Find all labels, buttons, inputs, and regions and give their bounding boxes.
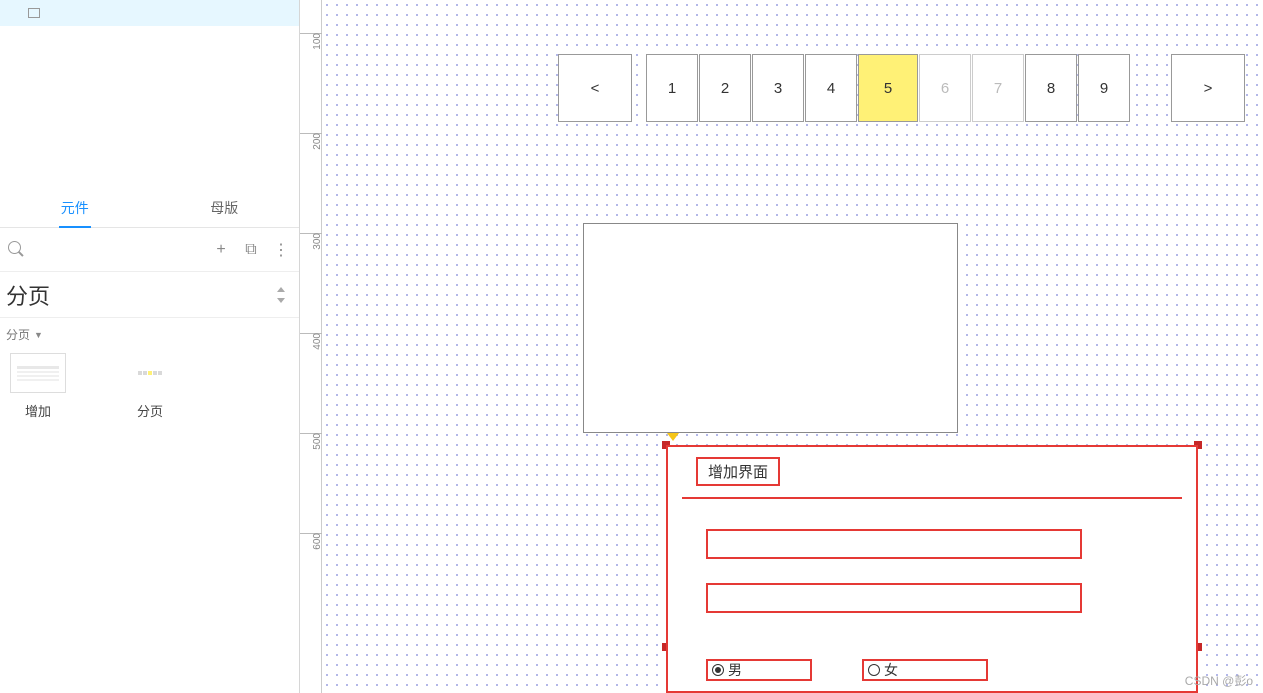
sort-icon[interactable] — [275, 286, 287, 304]
watermark: CSDN @彭o — [1185, 672, 1253, 689]
library-subcategory-label: 分页 — [6, 326, 30, 343]
left-panel: Widget 2 元件 母版 + ⧉ ⋮ 分页 分页 ▼ 增加 分页 — [0, 0, 300, 693]
chevron-down-icon: ▼ — [34, 330, 43, 340]
radio-male[interactable]: 男 — [706, 659, 812, 681]
input-2[interactable] — [706, 583, 1082, 613]
radio-female-label: 女 — [884, 660, 898, 680]
search-icon[interactable] — [8, 241, 26, 259]
widget-pagination-label: 分页 — [137, 401, 163, 420]
ruler-tick-400: 400 — [313, 333, 324, 350]
page-3[interactable]: 3 — [752, 54, 804, 122]
library-widgets: 增加 分页 — [0, 351, 299, 422]
selection-group[interactable]: 增加界面 男 女 — [666, 445, 1198, 693]
content-box[interactable] — [583, 223, 958, 433]
page-9[interactable]: 9 — [1078, 54, 1130, 122]
radio-female[interactable]: 女 — [862, 659, 988, 681]
page-8[interactable]: 8 — [1025, 54, 1077, 122]
radio-male-label: 男 — [728, 660, 742, 680]
canvas[interactable]: 100 200 300 400 500 600 < 1 2 3 4 5 6 7 … — [300, 0, 1263, 693]
page-prev[interactable]: < — [558, 54, 632, 122]
ruler-tick-600: 600 — [313, 533, 324, 550]
add-library-icon[interactable]: + — [211, 241, 231, 259]
ruler-tick-100: 100 — [313, 33, 324, 50]
input-1[interactable] — [706, 529, 1082, 559]
widget-add[interactable]: 增加 — [10, 353, 66, 420]
widget-add-thumb — [10, 353, 66, 393]
tab-components[interactable]: 元件 — [0, 190, 150, 227]
widget-pagination-thumb — [122, 353, 178, 393]
more-icon[interactable]: ⋮ — [271, 240, 291, 260]
library-title: 分页 — [6, 279, 275, 311]
library-subcategory[interactable]: 分页 ▼ — [0, 318, 299, 351]
form-title[interactable]: 增加界面 — [696, 457, 780, 486]
ruler-tick-500: 500 — [313, 433, 324, 450]
radio-female-dot — [868, 664, 880, 676]
library-title-row: 分页 — [0, 272, 299, 318]
form-divider — [682, 497, 1182, 499]
drag-marker-icon — [667, 433, 679, 441]
ruler-vertical: 100 200 300 400 500 600 — [300, 0, 322, 693]
page-1[interactable]: 1 — [646, 54, 698, 122]
ruler-tick-200: 200 — [313, 133, 324, 150]
page-5[interactable]: 5 — [858, 54, 918, 122]
widget-pagination[interactable]: 分页 — [122, 353, 178, 420]
widget-icon — [28, 8, 40, 18]
ruler-tick-300: 300 — [313, 233, 324, 250]
page-2[interactable]: 2 — [699, 54, 751, 122]
widget-add-label: 增加 — [25, 401, 51, 420]
page-4[interactable]: 4 — [805, 54, 857, 122]
page-next[interactable]: > — [1171, 54, 1245, 122]
outline-tree: Widget 2 — [0, 0, 299, 190]
copy-icon[interactable]: ⧉ — [241, 241, 261, 259]
page-6[interactable]: 6 — [919, 54, 971, 122]
tree-row-selected[interactable]: Widget 2 — [0, 0, 299, 26]
page-7[interactable]: 7 — [972, 54, 1024, 122]
library-tabs: 元件 母版 — [0, 190, 299, 228]
tab-masters[interactable]: 母版 — [150, 190, 300, 227]
library-toolbar: + ⧉ ⋮ — [0, 228, 299, 272]
radio-male-dot — [712, 664, 724, 676]
